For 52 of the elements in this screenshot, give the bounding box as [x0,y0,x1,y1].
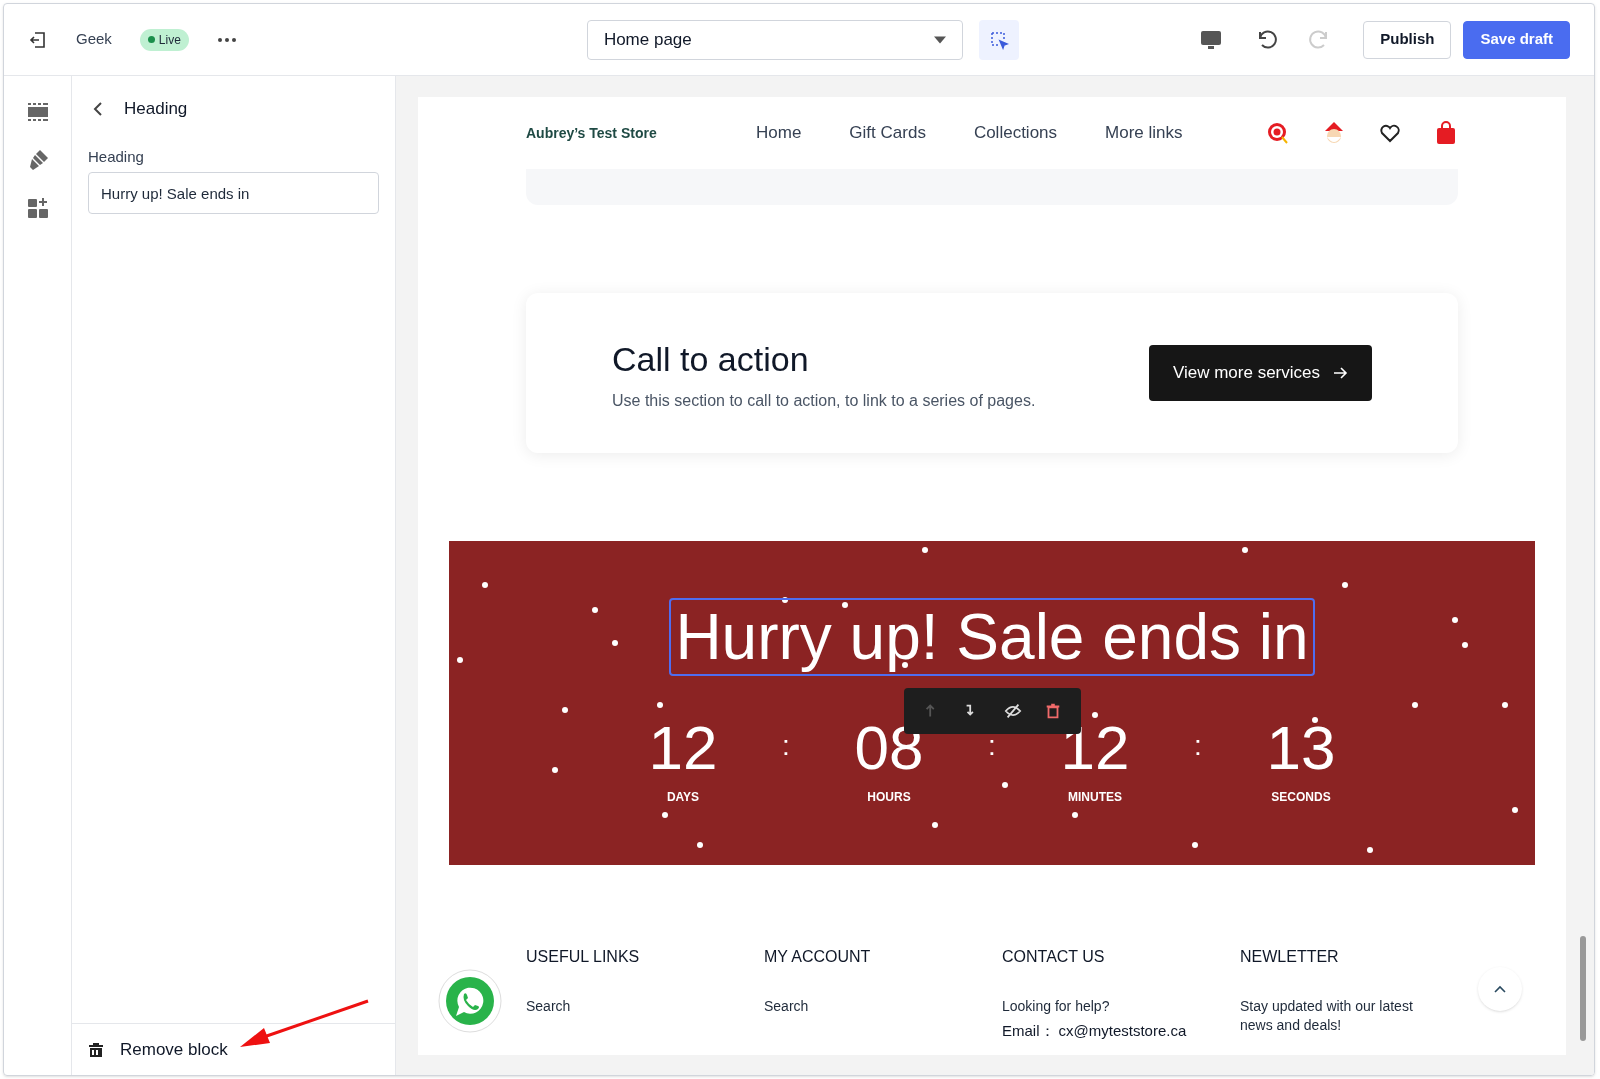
theme-name: Geek [76,29,112,50]
footer-heading: NEWLETTER [1240,947,1340,967]
back-icon[interactable] [92,100,104,117]
chevron-up-icon [1494,985,1506,993]
separator: : [987,729,997,763]
arrow-icon [1332,365,1348,381]
footer-heading: USEFUL LINKS [526,947,641,967]
more-icon[interactable] [216,35,237,44]
countdown-label: SECONDS [1271,789,1331,806]
select-cursor-icon [988,29,1009,50]
trash-icon [88,1041,104,1058]
shopping-bag-icon[interactable] [1434,121,1458,145]
scrollbar[interactable] [1580,936,1586,1041]
nav-link[interactable]: Gift Cards [849,120,926,146]
countdown-label: DAYS [666,789,700,806]
footer-link[interactable]: Looking for help? [1002,997,1208,1016]
page-select[interactable]: Home page [586,19,963,60]
exit-icon[interactable] [28,29,48,50]
countdown-heading: Hurry up! Sale ends in [669,598,1315,676]
store-logo[interactable]: Aubrey’s Test Store [526,122,716,144]
status-badge: Live [139,28,189,51]
whatsapp-icon[interactable] [438,969,502,1033]
footer-link[interactable]: Stay updated with our latest news and deals! [1240,997,1446,1035]
footer-heading: MY ACCOUNT [764,947,872,967]
field-label: Heading [88,146,145,167]
countdown-label: HOURS [867,789,911,806]
publish-button[interactable]: Publish [1363,20,1452,59]
footer-link[interactable]: Search [526,997,732,1016]
inspector-button[interactable] [978,19,1019,60]
save-draft-button[interactable]: Save draft [1463,20,1570,59]
hide-icon[interactable] [1003,702,1022,720]
footer-link[interactable]: Search [764,997,970,1016]
nav-link[interactable]: More links [1105,120,1183,146]
separator: : [781,729,791,763]
footer-heading: CONTACT US [1002,947,1106,967]
separator: : [1193,729,1203,763]
countdown-label: MINUTES [1068,789,1122,806]
nav-link[interactable]: Home [756,120,802,146]
countdown-value: 13 [1266,716,1336,780]
heading-input[interactable]: Hurry up! Sale ends in [88,172,379,214]
sections-icon[interactable] [25,100,50,124]
cta-title: Call to action [612,338,810,380]
panel-title: Heading [124,98,188,120]
cta-text: Use this section to call to action, to link to a series of pages. [612,390,1036,411]
email-address[interactable]: cx@myteststore.ca [1058,1020,1187,1043]
view-services-button[interactable]: View more services [1148,345,1372,401]
countdown-value: 12 [648,716,718,780]
nav-link[interactable]: Collections [973,120,1058,146]
email-label: Email： [1002,1021,1055,1041]
apps-icon[interactable] [25,196,50,220]
caret-icon [933,35,946,44]
remove-block-button[interactable]: Remove block [88,1036,228,1063]
